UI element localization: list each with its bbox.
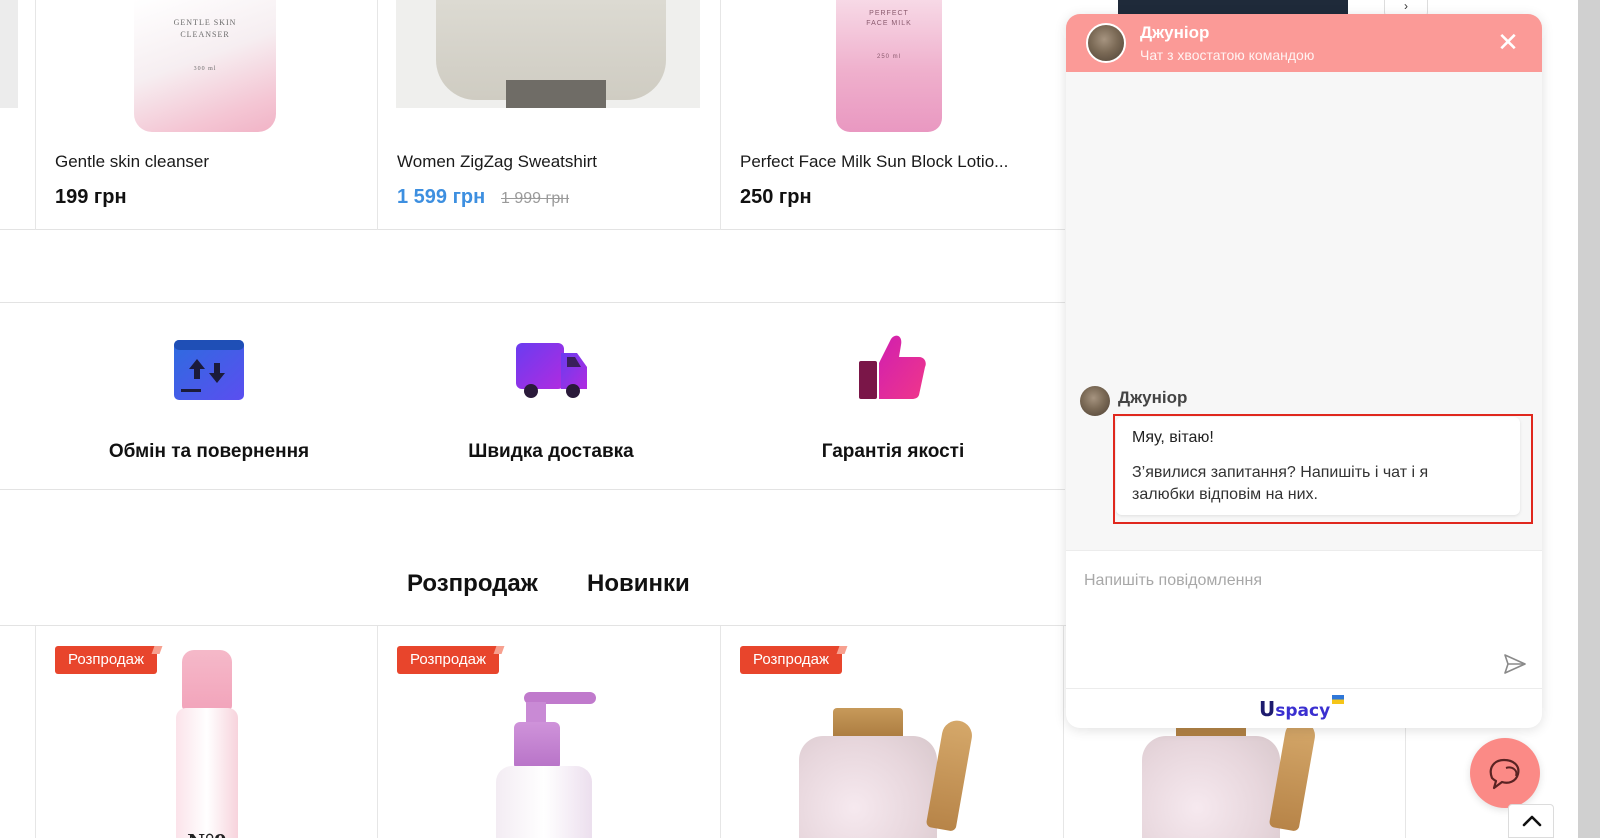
sale-badge: Розпродаж [397,646,500,674]
product-sale-price: 1 599 грн [397,186,486,208]
product-name[interactable]: Gentle skin cleanser [55,152,365,172]
chat-toggle-button[interactable] [1470,738,1540,808]
sale-badge: Розпродаж [55,646,158,674]
image-label: GENTLE SKIN [173,18,237,27]
product-card[interactable]: Розпродаж [721,626,1063,838]
avatar [1086,23,1126,63]
jar-glass [799,736,937,838]
feature-quality: Гарантія якості [722,303,1064,491]
jar-glass [1142,736,1280,838]
thumbs-up-icon [859,335,926,399]
product-image[interactable]: PERFECT FACE MILK 250 ml [836,0,942,132]
message-author: Джуніор [1118,388,1188,407]
chat-widget: Джуніор Чат з хвостатою командою ✕ Джуні… [1066,14,1542,728]
product-card[interactable]: PERFECT FACE MILK 250 ml Perfect Face Mi… [721,0,1063,230]
avatar [1080,386,1110,416]
chat-composer [1066,550,1542,688]
feature-label: Обмін та повернення [108,441,310,462]
chat-header: Джуніор Чат з хвостатою командою ✕ [1066,14,1542,72]
product-card[interactable]: Women ZigZag Sweatshirt 1 599 грн 1 999 … [378,0,720,230]
bottle-cap [182,650,232,710]
chat-footer: Uspacy [1066,688,1542,728]
feature-label: Гарантія якості [821,441,965,462]
product-price: 250 грн [740,186,812,208]
product-price: 199 грн [55,186,127,208]
brand-logo[interactable]: Uspacy [1259,695,1345,721]
image-label: PERFECT [869,10,909,17]
chat-subtitle: Чат з хвостатою командою [1140,47,1315,63]
chat-title: Джуніор [1140,23,1210,42]
top-products-row: GENTLE SKIN CLEANSER 300 ml Gentle skin … [0,0,1065,230]
close-icon[interactable]: ✕ [1494,28,1522,56]
flag-icon [1332,695,1345,704]
feature-exchange: Обмін та повернення [38,303,380,491]
image-label: 300 ml [193,66,217,72]
product-image[interactable]: GENTLE SKIN CLEANSER 300 ml [134,0,276,132]
feature-delivery: Швидка доставка [380,303,722,491]
product-card[interactable]: Розпродаж N°9 [36,626,378,838]
scroll-to-top-button[interactable] [1508,804,1554,838]
product-name[interactable]: Perfect Face Milk Sun Block Lotio... [740,152,1050,172]
pants-shape [506,80,606,108]
features-row: Обмін та повернення Швидка доставка Гара… [0,302,1065,490]
tab-new[interactable]: Новинки [587,570,690,598]
highlight-outline [1113,414,1533,524]
pump-collar [514,722,560,770]
feature-label: Швидка доставка [468,441,634,462]
delivery-truck-icon [516,343,587,398]
product-image[interactable] [396,0,700,108]
bottle-body [176,708,238,838]
brand-name: spacy [1275,701,1331,721]
product-image-partial[interactable] [0,0,18,108]
chevron-up-icon [1522,815,1542,827]
product-name[interactable]: Women ZigZag Sweatshirt [397,152,707,172]
product-card[interactable]: Розпродаж [378,626,720,838]
brand-u: U [1259,697,1276,721]
sale-badge: Розпродаж [740,646,843,674]
chat-bubble-icon [1489,758,1520,790]
send-icon[interactable] [1502,651,1528,677]
bottle-body [496,766,592,838]
product-image[interactable]: N°9 [176,650,238,838]
product-image[interactable] [799,708,979,838]
tab-sale[interactable]: Розпродаж [407,570,538,598]
scrollbar[interactable] [1578,0,1600,838]
image-label: 250 ml [876,54,901,60]
product-image[interactable] [496,692,596,838]
product-card[interactable]: GENTLE SKIN CLEANSER 300 ml Gentle skin … [36,0,378,230]
image-label: N°9 [176,830,238,838]
image-label: CLEANSER [180,30,230,39]
product-old-price: 1 999 грн [501,190,570,207]
image-label: FACE MILK [866,20,912,27]
message-input[interactable] [1084,567,1484,595]
exchange-icon [174,340,244,400]
